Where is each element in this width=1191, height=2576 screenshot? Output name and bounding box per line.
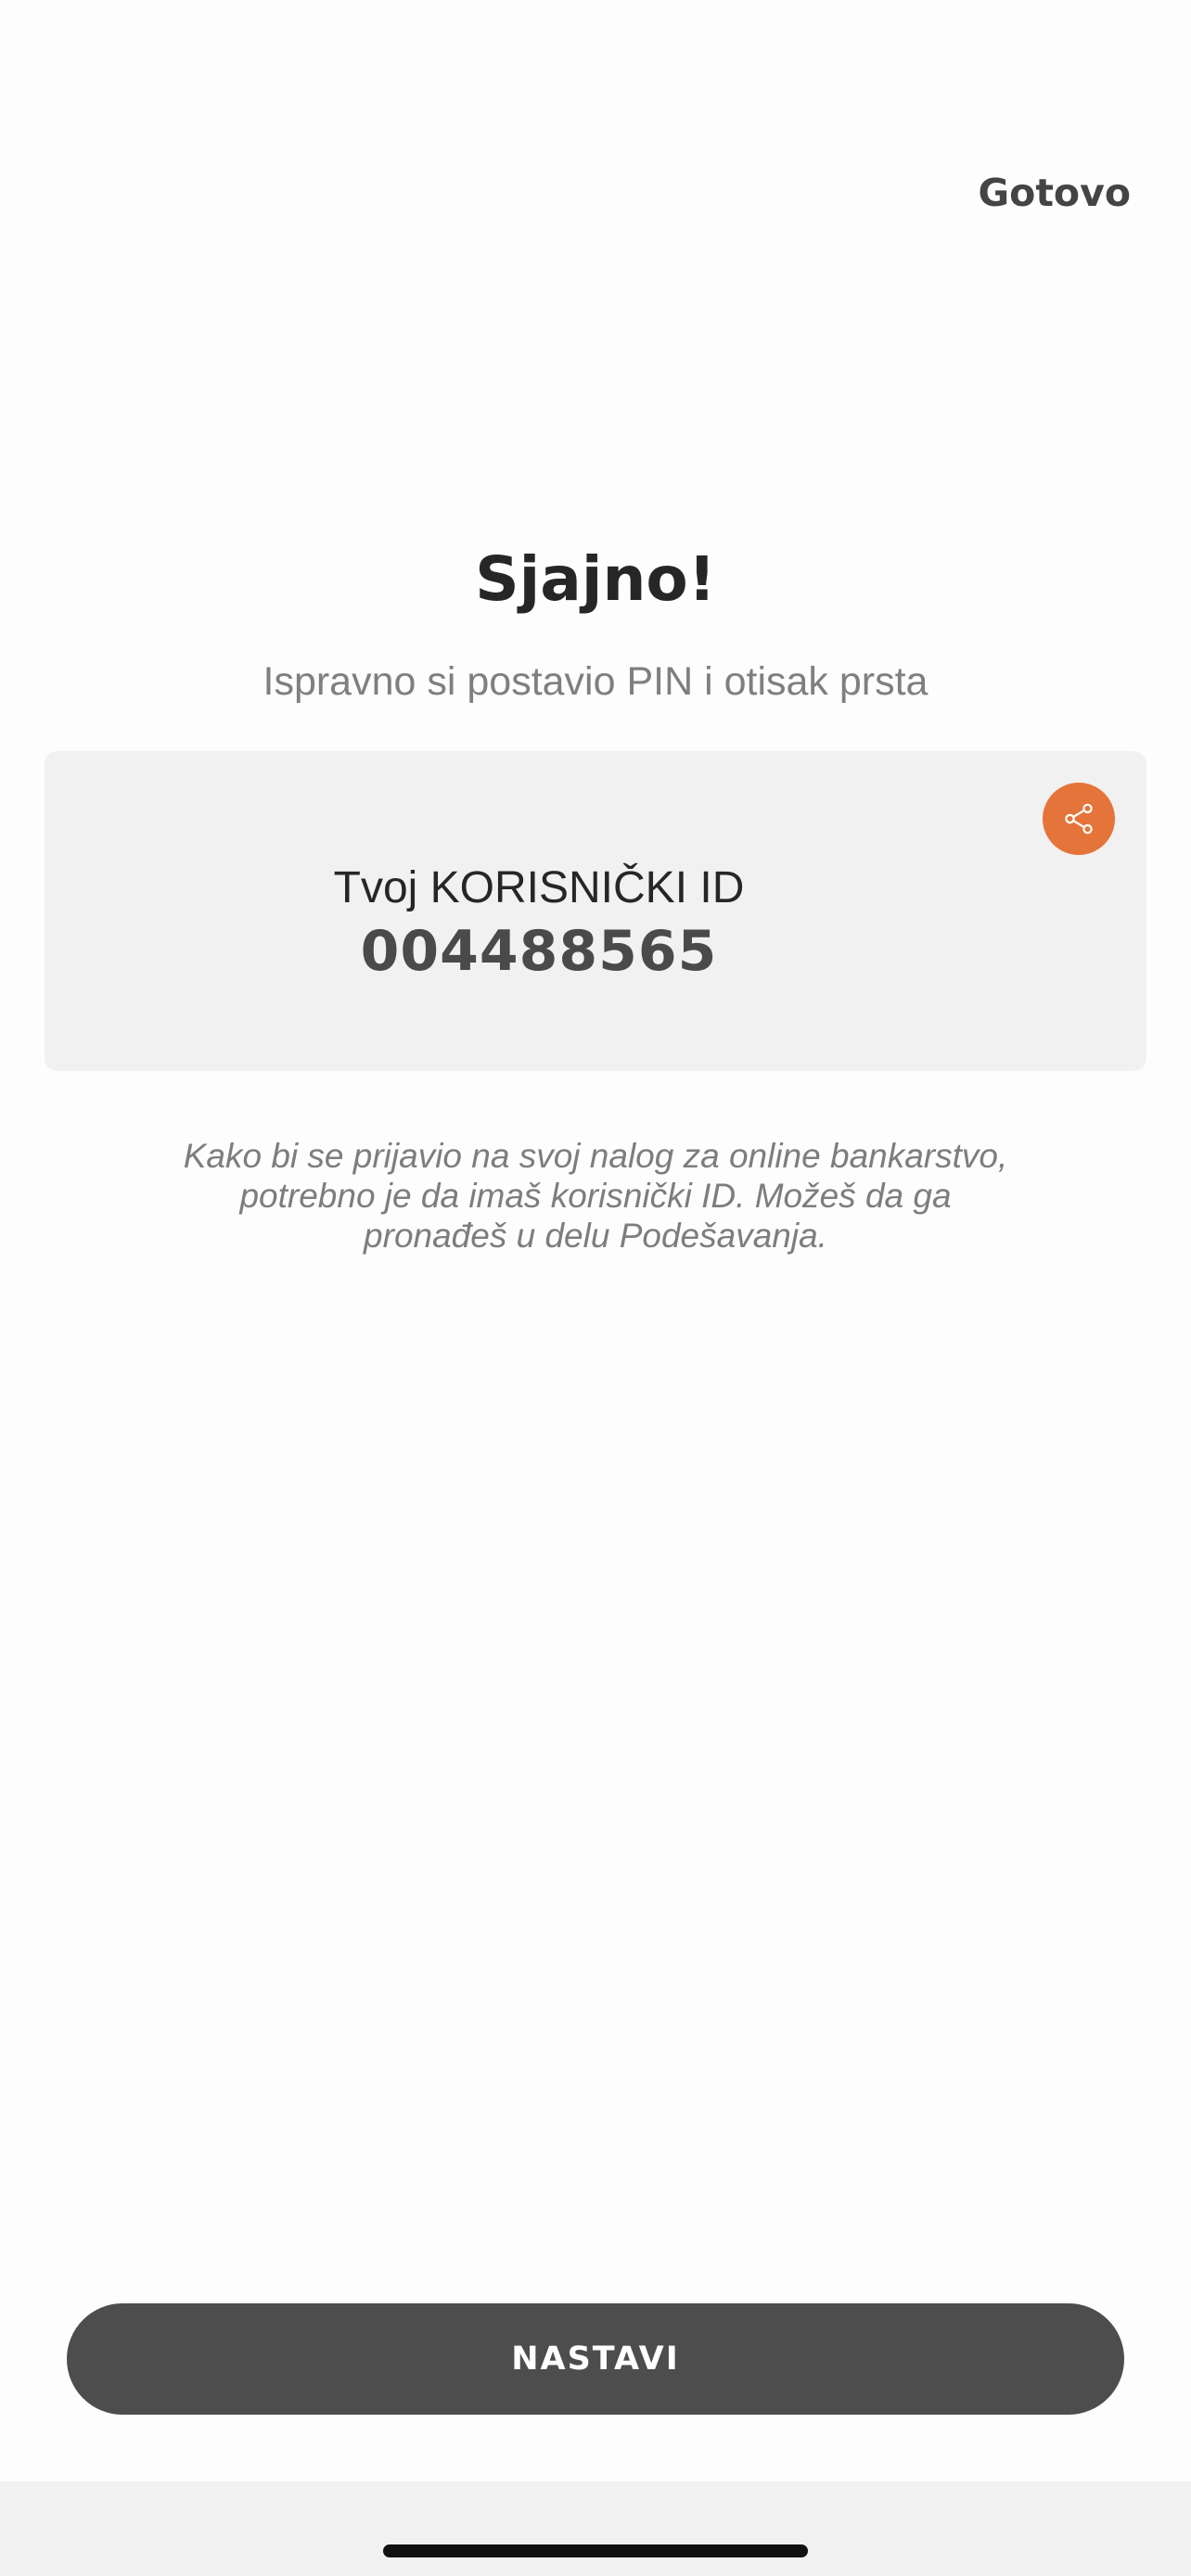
bottom-safe-area xyxy=(0,2481,1191,2576)
page-subtitle: Ispravno si postavio PIN i otisak prsta xyxy=(263,659,928,704)
info-text: Kako bi se prijavio na svoj nalog za onl… xyxy=(183,1137,1008,1255)
continue-button[interactable]: NASTAVI xyxy=(67,2303,1124,2415)
share-icon xyxy=(1065,803,1093,835)
done-button[interactable]: Gotovo xyxy=(969,162,1140,223)
page-title: Sjajno! xyxy=(475,543,716,615)
share-button[interactable] xyxy=(1043,783,1115,855)
user-id-value: 004488565 xyxy=(360,919,718,984)
user-id-card: Tvoj KORISNIČKI ID 004488565 xyxy=(45,751,1146,1071)
home-indicator[interactable] xyxy=(383,2544,808,2557)
setup-complete-screen: Gotovo Sjajno! Ispravno si postavio PIN … xyxy=(0,0,1191,2576)
user-id-label: Tvoj KORISNIČKI ID xyxy=(333,863,745,912)
